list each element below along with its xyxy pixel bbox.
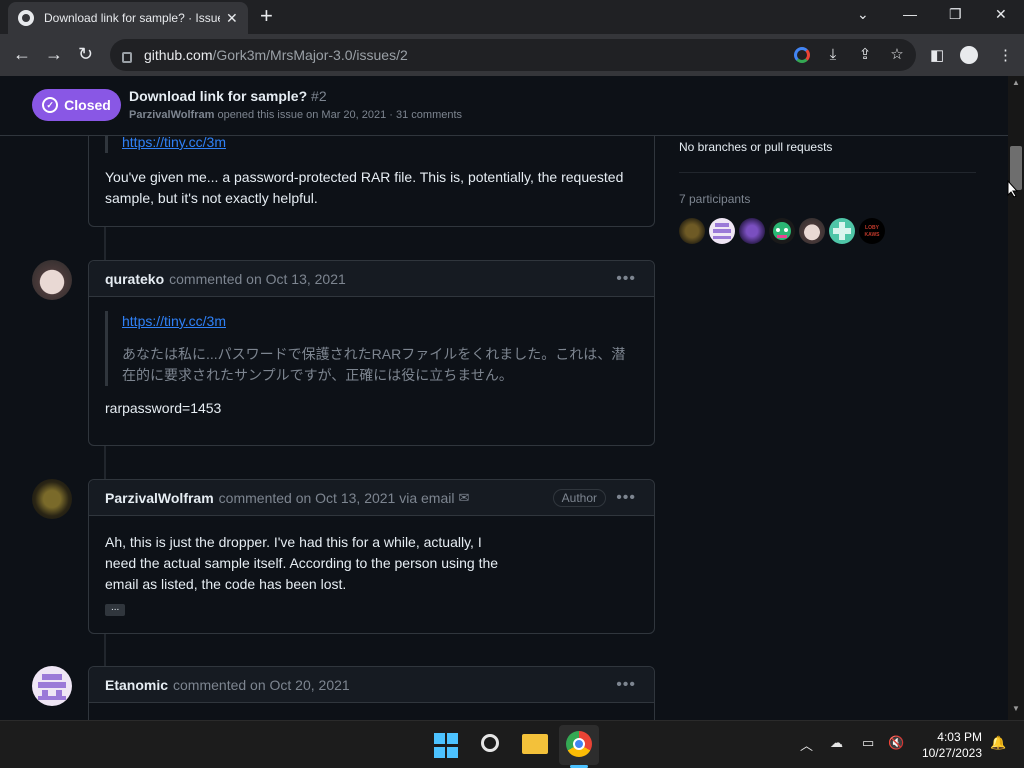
comment-header: ParzivalWolfram commented on Oct 13, 202… <box>89 480 654 516</box>
issue-meta: ParzivalWolfram opened this issue on Mar… <box>129 109 463 121</box>
issue-status-badge: ✓ Closed <box>32 89 121 121</box>
comment-timestamp[interactable]: commented on Oct 13, 2021 via email <box>219 490 455 506</box>
issue-title[interactable]: Download link for sample? #2 <box>129 88 327 104</box>
file-explorer-icon[interactable] <box>522 734 548 754</box>
url-text[interactable]: github.com/Gork3m/MrsMajor-3.0/issues/2 <box>144 47 408 63</box>
comment-text: rarpassword=1453 <box>105 400 222 416</box>
address-bar[interactable]: github.com/Gork3m/MrsMajor-3.0/issues/2 … <box>110 39 916 71</box>
email-icon: ✉ <box>458 489 470 505</box>
participant-avatar[interactable] <box>679 218 705 244</box>
reload-button[interactable]: ↻ <box>78 44 93 64</box>
sidebar-divider <box>679 172 976 173</box>
share-icon[interactable]: ⇪ <box>856 46 874 64</box>
comment-box: qurateko commented on Oct 13, 2021 ••• h… <box>88 260 655 446</box>
mouse-cursor <box>1007 180 1019 198</box>
page-content: https://tiny.cc/3m You've given me... a … <box>0 76 1008 720</box>
show-hidden-icons[interactable]: ︿ <box>800 735 813 754</box>
start-button[interactable] <box>434 733 460 759</box>
comment-header: qurateko commented on Oct 13, 2021 ••• <box>89 261 654 297</box>
clock-time: 4:03 PM <box>937 730 982 744</box>
participants-list: LOBY KAWS <box>679 218 885 244</box>
participant-avatar[interactable] <box>709 218 735 244</box>
more-options-icon[interactable]: ••• <box>616 489 636 507</box>
forward-button[interactable]: → <box>45 44 63 64</box>
comment-text: Ah, this is just the dropper. I've had t… <box>105 534 499 592</box>
quoted-text: あなたは私に...パスワードで保護されたRARファイルをくれました。これは、潜在… <box>122 346 626 383</box>
network-icon[interactable]: ▭ <box>862 735 874 751</box>
comment-timestamp[interactable]: commented on Oct 13, 2021 <box>169 271 346 287</box>
avatar-qurateko[interactable] <box>32 260 72 300</box>
tab-search-icon[interactable]: ⌄ <box>857 6 869 23</box>
restore-button[interactable]: ❐ <box>949 6 962 23</box>
comment-author[interactable]: ParzivalWolfram <box>105 490 214 506</box>
sticky-issue-header: ✓ Closed Download link for sample? #2 Pa… <box>0 76 1008 136</box>
participant-avatar[interactable] <box>739 218 765 244</box>
more-options-icon[interactable]: ••• <box>616 676 636 694</box>
participant-avatar[interactable] <box>829 218 855 244</box>
author-badge: Author <box>552 488 606 507</box>
new-tab-button[interactable]: + <box>260 5 273 27</box>
closed-check-icon: ✓ <box>42 97 59 113</box>
tab-title: Download link for sample? · Issue #2 <box>44 11 220 25</box>
scroll-down-arrow[interactable]: ▼ <box>1012 704 1020 713</box>
github-icon <box>18 10 34 26</box>
minimize-button[interactable]: — <box>903 6 917 22</box>
show-more-button[interactable]: ... <box>105 603 126 616</box>
profile-avatar[interactable] <box>960 46 978 64</box>
chrome-icon[interactable] <box>566 731 592 757</box>
google-lens-icon[interactable] <box>794 47 810 63</box>
onedrive-icon[interactable]: ☁ <box>830 735 843 751</box>
browser-tab[interactable]: Download link for sample? · Issue #2 ✕ <box>8 2 248 34</box>
menu-icon[interactable]: ⋮ <box>998 46 1013 64</box>
comment-box: Etanomic commented on Oct 20, 2021 ••• <box>88 666 655 720</box>
participant-avatar-text: LOBY KAWS <box>864 225 880 238</box>
more-options-icon[interactable]: ••• <box>616 270 636 288</box>
install-app-icon[interactable]: ⤓ <box>824 46 842 64</box>
timeline-connector <box>104 633 106 667</box>
taskbar: ︿ ☁ ▭ 🔇 4:03 PM 10/27/2023 🔔 <box>0 720 1024 768</box>
search-icon[interactable] <box>481 734 499 752</box>
back-button[interactable]: ← <box>13 44 31 64</box>
comment-timestamp[interactable]: commented on Oct 20, 2021 <box>173 677 350 693</box>
page-scrollbar[interactable]: ▲ ▼ <box>1008 76 1024 720</box>
development-status: No branches or pull requests <box>679 140 833 154</box>
participants-heading: 7 participants <box>679 192 751 206</box>
comment-text: You've given me... a password-protected … <box>105 169 624 206</box>
side-panel-icon[interactable]: ◧ <box>930 46 944 64</box>
volume-muted-icon[interactable]: 🔇 <box>888 735 904 751</box>
close-tab-icon[interactable]: ✕ <box>226 10 238 27</box>
comment-author[interactable]: Etanomic <box>105 677 168 693</box>
quoted-link[interactable]: https://tiny.cc/3m <box>122 313 226 329</box>
participant-avatar[interactable] <box>799 218 825 244</box>
participant-avatar[interactable]: LOBY KAWS <box>859 218 885 244</box>
issue-opener[interactable]: ParzivalWolfram <box>129 109 214 121</box>
comment-box: ParzivalWolfram commented on Oct 13, 202… <box>88 479 655 634</box>
quoted-link[interactable]: https://tiny.cc/3m <box>122 134 226 150</box>
avatar-parzivalwolfram[interactable] <box>32 479 72 519</box>
participant-avatar[interactable] <box>769 218 795 244</box>
tab-strip: Download link for sample? · Issue #2 ✕ +… <box>0 0 1024 34</box>
timeline-connector <box>104 446 106 480</box>
notification-bell-icon[interactable]: 🔔 <box>990 735 1006 751</box>
scroll-up-arrow[interactable]: ▲ <box>1012 78 1020 87</box>
lock-icon[interactable] <box>122 51 132 63</box>
comment-author[interactable]: qurateko <box>105 271 164 287</box>
clock-date: 10/27/2023 <box>921 746 982 760</box>
timeline-connector <box>104 226 106 260</box>
system-clock[interactable]: 4:03 PM 10/27/2023 <box>918 729 982 761</box>
close-window-button[interactable]: ✕ <box>995 6 1007 23</box>
issue-status-label: Closed <box>64 97 111 113</box>
browser-toolbar: ← → ↻ github.com/Gork3m/MrsMajor-3.0/iss… <box>0 34 1024 76</box>
bookmark-star-icon[interactable]: ☆ <box>888 46 906 64</box>
comment-header: Etanomic commented on Oct 20, 2021 ••• <box>89 667 654 703</box>
avatar-etanomic[interactable] <box>32 666 72 706</box>
